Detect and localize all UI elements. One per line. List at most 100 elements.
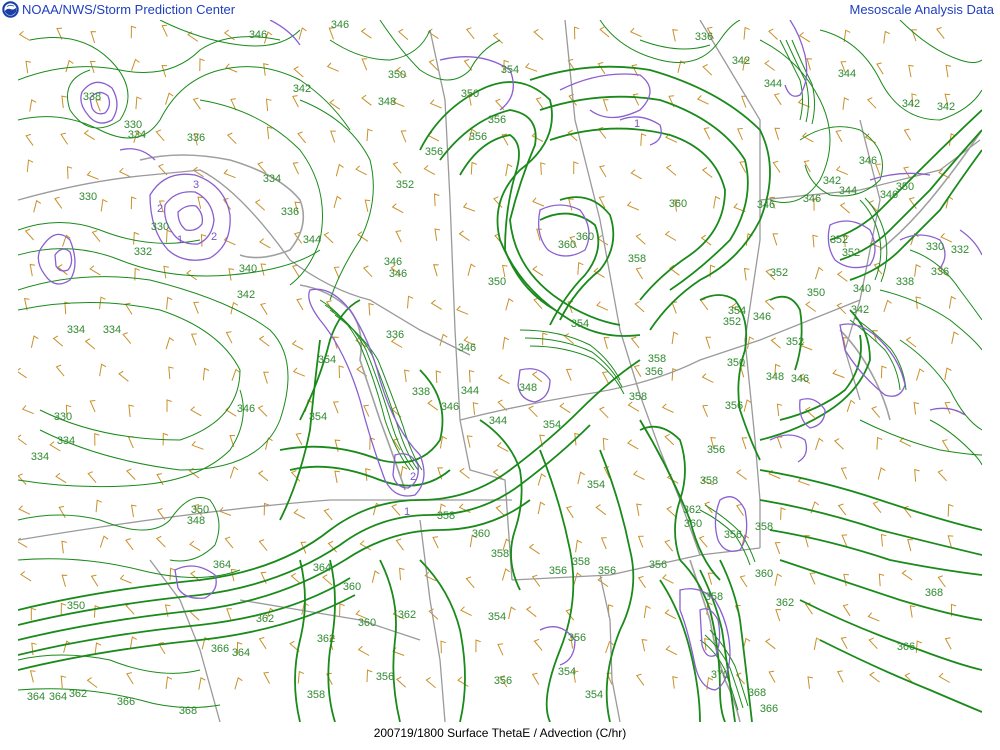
thetae-advection-map: 346 346 350 342 348 338 330 334 336 334 336 344 340 3… (18, 20, 982, 722)
thetae-label: 358 (629, 391, 647, 403)
thetae-label: 350 (488, 276, 506, 288)
thetae-label: 342 (237, 289, 255, 301)
thetae-label: 342 (732, 55, 750, 67)
advection-label: 2 (157, 203, 163, 215)
thetae-label: 358 (491, 548, 509, 560)
thetae-label: 368 (748, 687, 766, 699)
thetae-label: 368 (179, 705, 197, 717)
thetae-label: 360 (669, 198, 687, 210)
thetae-label: 370 (711, 669, 729, 681)
thetae-label: 338 (896, 276, 914, 288)
thetae-label: 366 (117, 696, 135, 708)
advection-label: 1 (634, 118, 640, 130)
thetae-label: 360 (358, 617, 376, 629)
thetae-label: 362 (683, 504, 701, 516)
thetae-label: 336 (281, 206, 299, 218)
thetae-label: 358 (628, 253, 646, 265)
thetae-label: 354 (309, 411, 327, 423)
thetae-label: 350 (807, 287, 825, 299)
thetae-label: 346 (803, 193, 821, 205)
product-title: Mesoscale Analysis Data (849, 2, 994, 17)
thetae-label: 356 (568, 632, 586, 644)
thetae-label: 334 (103, 324, 121, 336)
thetae-label: 360 (558, 239, 576, 251)
thetae-label: 354 (318, 354, 336, 366)
advection-label: 3 (193, 179, 199, 191)
thetae-label: 362 (398, 609, 416, 621)
thetae-label: 336 (931, 266, 949, 278)
thetae-label: 356 (649, 559, 667, 571)
thetae-label: 364 (313, 562, 331, 574)
thetae-label: 354 (543, 419, 561, 431)
thetae-label: 358 (437, 510, 455, 522)
thetae-label: 364 (49, 691, 67, 703)
thetae-label: 356 (549, 565, 567, 577)
thetae-label: 354 (585, 689, 603, 701)
thetae-label: 362 (317, 633, 335, 645)
advection-label: 2 (211, 231, 217, 243)
thetae-label: 364 (232, 647, 250, 659)
thetae-label: 344 (839, 185, 857, 197)
thetae-label: 342 (902, 98, 920, 110)
thetae-label: 352 (842, 247, 860, 259)
thetae-label: 354 (571, 318, 589, 330)
thetae-label: 332 (951, 244, 969, 256)
thetae-label: 350 (388, 69, 406, 81)
thetae-label: 352 (786, 336, 804, 348)
thetae-label: 366 (211, 643, 229, 655)
thetae-label: 366 (897, 641, 915, 653)
thetae-label: 358 (572, 556, 590, 568)
thetae-label: 336 (187, 132, 205, 144)
thetae-label: 350 (896, 181, 914, 193)
thetae-label: 360 (576, 231, 594, 243)
mesoanalysis-page: NOAA/NWS/Storm Prediction Center Mesosca… (0, 0, 1000, 750)
thetae-label: 336 (695, 31, 713, 43)
thetae-label: 344 (838, 68, 856, 80)
thetae-label: 338 (83, 91, 101, 103)
thetae-label: 360 (472, 528, 490, 540)
thetae-label: 334 (67, 324, 85, 336)
thetae-label: 364 (213, 559, 231, 571)
thetae-label: 342 (937, 101, 955, 113)
thetae-label: 354 (488, 611, 506, 623)
header-bar: NOAA/NWS/Storm Prediction Center Mesosca… (0, 0, 1000, 20)
thetae-label: 348 (519, 382, 537, 394)
thetae-label: 362 (69, 688, 87, 700)
thetae-label: 340 (853, 283, 871, 295)
thetae-label: 348 (766, 371, 784, 383)
thetae-label: 356 (376, 671, 394, 683)
thetae-label: 348 (378, 96, 396, 108)
thetae-label: 330 (926, 241, 944, 253)
thetae-label: 332 (134, 246, 152, 258)
thetae-label: 344 (764, 78, 782, 90)
thetae-label: 356 (725, 400, 743, 412)
thetae-label: 344 (489, 415, 507, 427)
thetae-label: 368 (925, 587, 943, 599)
thetae-label: 334 (57, 435, 75, 447)
thetae-label: 356 (598, 565, 616, 577)
thetae-label: 344 (461, 385, 479, 397)
map-caption: 200719/1800 Surface ThetaE / Advection (… (373, 726, 627, 740)
thetae-label: 346 (249, 29, 267, 41)
thetae-label: 356 (724, 529, 742, 541)
thetae-label: 344 (303, 234, 321, 246)
thetae-label: 358 (700, 475, 718, 487)
thetae-label: 334 (263, 173, 281, 185)
thetae-label: 358 (648, 353, 666, 365)
thetae-label: 356 (488, 114, 506, 126)
thetae-label: 346 (237, 403, 255, 415)
thetae-label: 342 (293, 83, 311, 95)
thetae-label: 350 (461, 88, 479, 100)
thetae-label: 354 (501, 64, 519, 76)
thetae-label: 346 (859, 155, 877, 167)
thetae-label: 330 (54, 411, 72, 423)
thetae-label: 346 (384, 256, 402, 268)
thetae-label: 356 (494, 675, 512, 687)
thetae-label: 362 (256, 613, 274, 625)
thetae-label: 346 (753, 311, 771, 323)
thetae-label: 354 (587, 479, 605, 491)
thetae-label: 348 (187, 515, 205, 527)
thetae-label: 360 (755, 568, 773, 580)
thetae-label: 356 (707, 444, 725, 456)
thetae-label: 336 (386, 329, 404, 341)
